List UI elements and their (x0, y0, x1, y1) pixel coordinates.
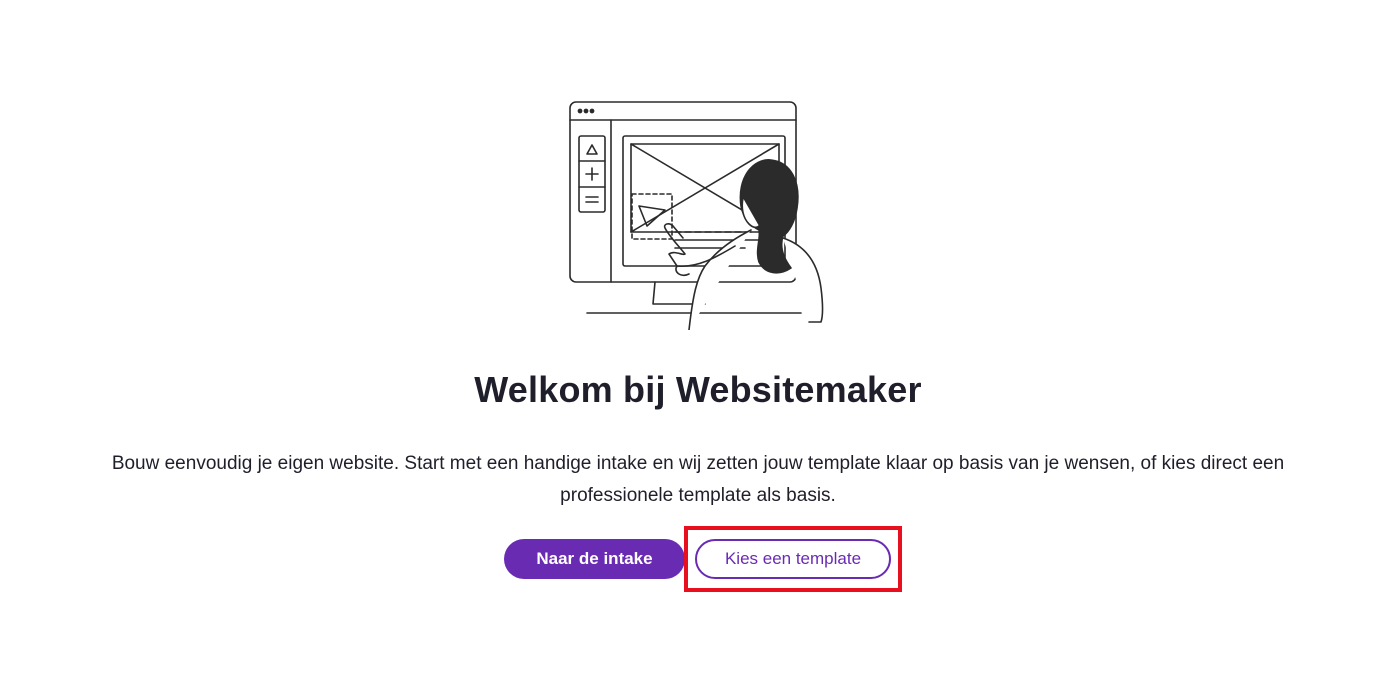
intake-button[interactable]: Naar de intake (504, 539, 685, 579)
action-buttons: Naar de intake Kies een template (0, 539, 1396, 579)
page-description: Bouw eenvoudig je eigen website. Start m… (111, 453, 1285, 506)
welcome-page: Welkom bij Websitemaker Bouw eenvoudig j… (0, 0, 1396, 685)
person-designing-website-illustration (569, 101, 824, 330)
choose-template-button[interactable]: Kies een template (695, 539, 891, 579)
page-title: Welkom bij Websitemaker (474, 369, 922, 410)
